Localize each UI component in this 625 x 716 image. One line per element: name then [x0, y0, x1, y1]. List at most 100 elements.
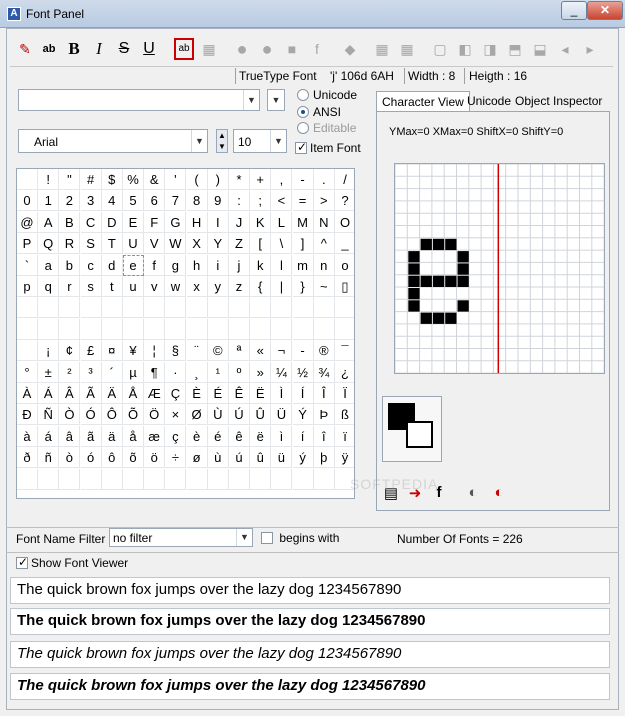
char-cell[interactable]	[250, 468, 272, 490]
char-cell[interactable]: Ç	[165, 383, 187, 404]
play-f-icon[interactable]: ◐	[462, 484, 484, 504]
char-cell[interactable]: r	[59, 276, 81, 297]
char-cell[interactable]: ¨	[186, 340, 208, 362]
char-cell[interactable]: Y	[207, 233, 229, 255]
char-cell[interactable]: (	[186, 169, 208, 190]
chevron-down-icon[interactable]: ▼	[243, 90, 259, 110]
nav-up-icon[interactable]: ⬒	[505, 38, 525, 60]
char-cell[interactable]: 8	[186, 190, 208, 212]
char-cell[interactable]	[165, 318, 187, 340]
char-cell[interactable]: $	[101, 169, 123, 190]
char-cell[interactable]: Ü	[271, 404, 293, 426]
char-cell[interactable]	[80, 297, 102, 319]
char-cell[interactable]: t	[101, 276, 123, 297]
glyph-pixel-grid[interactable]	[394, 163, 605, 374]
char-cell[interactable]: î	[313, 425, 335, 447]
char-cell[interactable]: y	[207, 276, 229, 297]
char-cell[interactable]	[38, 318, 60, 340]
char-cell[interactable]: Ñ	[38, 404, 60, 426]
char-cell[interactable]: b	[59, 254, 81, 276]
char-cell[interactable]: Ò	[59, 404, 81, 426]
char-cell[interactable]: ¡	[38, 340, 60, 362]
char-cell[interactable]: *	[229, 169, 250, 190]
char-cell[interactable]: W	[165, 233, 187, 255]
char-cell[interactable]: Þ	[313, 404, 335, 426]
char-cell[interactable]: [	[250, 233, 272, 255]
char-cell[interactable]: J	[229, 211, 250, 233]
char-cell[interactable]: É	[207, 383, 229, 404]
char-cell[interactable]	[186, 468, 208, 490]
char-cell[interactable]: g	[165, 254, 187, 276]
char-cell[interactable]: L	[271, 211, 293, 233]
char-cell[interactable]: ¹	[207, 361, 229, 383]
char-cell[interactable]: ÷	[165, 447, 187, 469]
char-cell[interactable]: º	[229, 361, 250, 383]
char-cell[interactable]: s	[80, 276, 102, 297]
char-cell[interactable]: ×	[165, 404, 187, 426]
char-cell[interactable]: w	[165, 276, 187, 297]
char-cell[interactable]: Å	[123, 383, 144, 404]
char-cell[interactable]: "	[59, 169, 81, 190]
char-cell[interactable]: ò	[59, 447, 81, 469]
char-cell[interactable]: 7	[165, 190, 187, 212]
char-cell[interactable]: ]	[292, 233, 314, 255]
grid-b-icon[interactable]: ▦	[397, 38, 417, 60]
char-cell[interactable]	[144, 318, 166, 340]
char-cell[interactable]: ▯	[335, 276, 354, 297]
char-cell[interactable]	[17, 468, 38, 490]
char-cell[interactable]: ð	[17, 447, 38, 469]
char-cell[interactable]: é	[207, 425, 229, 447]
char-cell[interactable]: ±	[38, 361, 60, 383]
char-cell[interactable]: Î	[313, 383, 335, 404]
char-cell[interactable]: Ð	[17, 404, 38, 426]
char-cell[interactable]: à	[17, 425, 38, 447]
char-cell[interactable]: °	[17, 361, 38, 383]
char-cell[interactable]	[17, 340, 38, 362]
radio-ansi[interactable]: ANSI	[297, 105, 341, 119]
char-cell[interactable]	[17, 318, 38, 340]
char-cell[interactable]: o	[335, 255, 354, 276]
char-cell[interactable]	[59, 468, 81, 490]
char-cell[interactable]: À	[17, 383, 38, 404]
char-cell[interactable]: B	[59, 211, 81, 233]
char-cell[interactable]: Í	[292, 383, 314, 404]
char-cell[interactable]: E	[123, 211, 144, 233]
char-cell[interactable]: N	[313, 211, 335, 233]
char-cell[interactable]: ñ	[38, 447, 60, 469]
char-cell[interactable]	[59, 297, 81, 319]
char-cell[interactable]	[207, 297, 229, 319]
char-cell[interactable]: 6	[144, 190, 166, 212]
char-cell[interactable]: |	[271, 276, 293, 297]
chevron-down-icon[interactable]: ▼	[268, 90, 284, 110]
char-cell[interactable]: ´	[101, 361, 123, 383]
char-cell[interactable]: O	[335, 212, 354, 233]
char-cell[interactable]: 9	[207, 190, 229, 212]
font-name-dropdown[interactable]: Arial ▼	[18, 129, 208, 153]
char-cell[interactable]: z	[229, 276, 250, 297]
erase-icon[interactable]: ◆	[340, 38, 360, 60]
char-cell[interactable]: ¬	[271, 340, 293, 362]
char-cell[interactable]: U	[123, 233, 144, 255]
char-cell[interactable]: Ì	[271, 383, 293, 404]
play-icon[interactable]: ●	[232, 38, 252, 60]
char-cell[interactable]: ¦	[144, 340, 166, 362]
char-cell[interactable]	[207, 468, 229, 490]
char-cell[interactable]: }	[292, 276, 314, 297]
char-cell[interactable]	[101, 297, 123, 319]
char-cell[interactable]: í	[292, 425, 314, 447]
color-selector[interactable]	[382, 396, 442, 462]
char-cell[interactable]: j	[229, 254, 250, 276]
char-cell[interactable]: 3	[80, 190, 102, 212]
char-cell[interactable]: Õ	[123, 404, 144, 426]
char-cell[interactable]: I	[207, 211, 229, 233]
char-cell[interactable]: ²	[59, 361, 81, 383]
close-button[interactable]: ✕	[587, 1, 623, 20]
char-cell[interactable]: £	[80, 340, 102, 362]
char-cell[interactable]: ä	[101, 425, 123, 447]
nav-down-icon[interactable]: ⬓	[530, 38, 550, 60]
ab-box-icon[interactable]: ab	[174, 38, 194, 60]
char-cell[interactable]: ÿ	[335, 447, 354, 469]
char-cell[interactable]: q	[38, 276, 60, 297]
stop-icon[interactable]: ■	[282, 38, 302, 60]
prev-icon[interactable]: ◂	[555, 38, 575, 60]
